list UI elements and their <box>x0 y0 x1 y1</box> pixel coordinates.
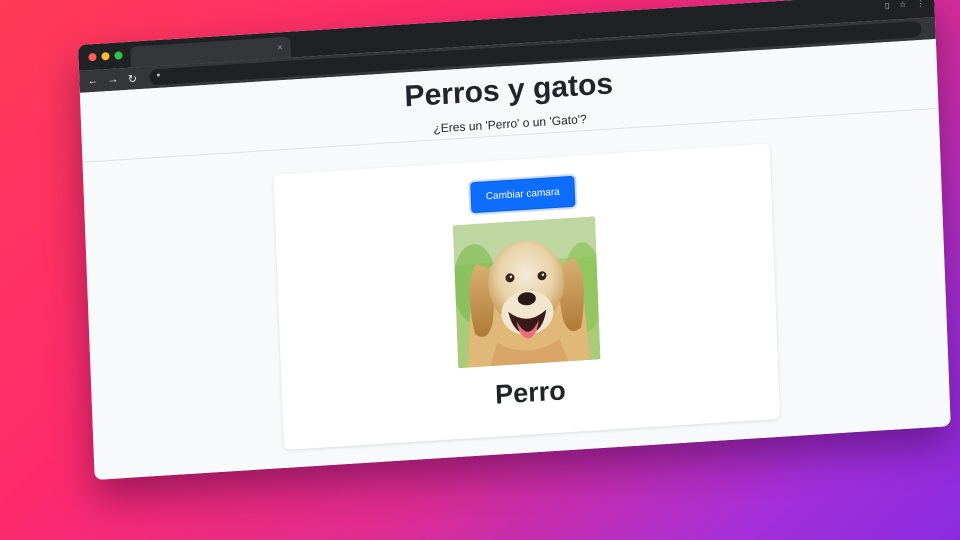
minimize-window-button[interactable] <box>101 52 110 61</box>
dog-photo <box>452 216 601 369</box>
switch-camera-button[interactable]: Cambiar camara <box>470 175 576 214</box>
camera-feed-image <box>452 216 601 369</box>
reload-icon[interactable]: ↻ <box>127 72 138 86</box>
desktop-background: × ▯ ☆ ⋮ ← → ↻ ● Perros y gatos ¿Eres un … <box>0 0 960 540</box>
window-controls <box>88 51 123 62</box>
camera-card: Cambiar camara Perro <box>273 143 781 451</box>
tab-close-icon[interactable]: × <box>277 40 283 54</box>
forward-arrow-icon[interactable]: → <box>107 73 118 86</box>
star-icon[interactable]: ☆ <box>899 0 907 9</box>
titlebar-icons: ▯ ☆ ⋮ <box>885 0 925 10</box>
prediction-label: Perro <box>494 375 567 410</box>
menu-dots-icon[interactable]: ⋮ <box>916 0 924 8</box>
share-icon[interactable]: ▯ <box>885 1 890 10</box>
lock-icon: ● <box>156 71 161 80</box>
browser-window: × ▯ ☆ ⋮ ← → ↻ ● Perros y gatos ¿Eres un … <box>78 0 951 480</box>
page-content: Perros y gatos ¿Eres un 'Perro' o un 'Ga… <box>79 39 951 480</box>
maximize-window-button[interactable] <box>114 51 123 60</box>
close-window-button[interactable] <box>88 52 97 62</box>
back-arrow-icon[interactable]: ← <box>87 75 98 88</box>
